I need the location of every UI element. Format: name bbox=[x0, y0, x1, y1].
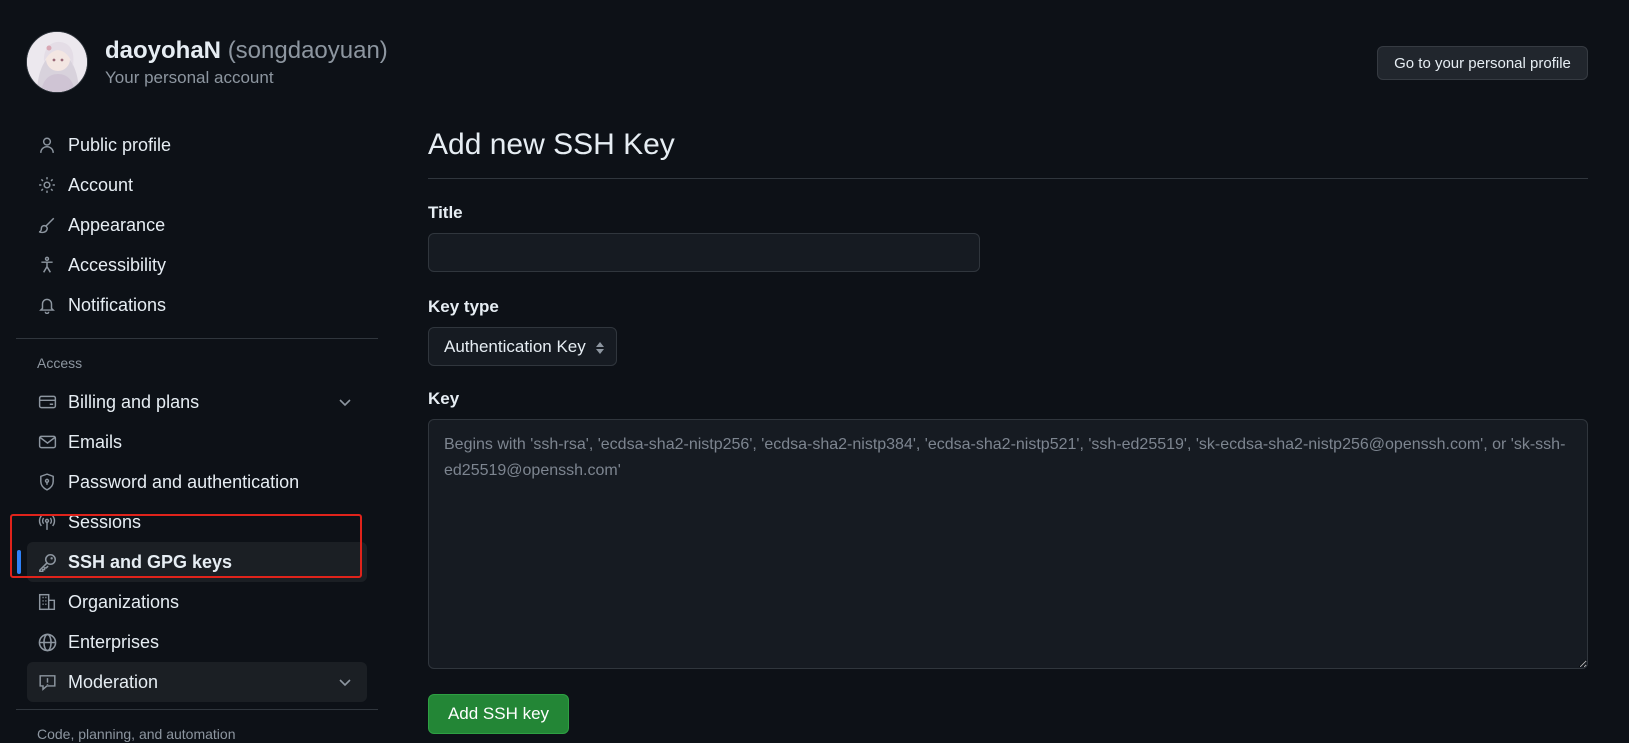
sidebar-item-appearance[interactable]: Appearance bbox=[27, 205, 367, 245]
report-icon bbox=[37, 672, 57, 692]
shield-lock-icon bbox=[37, 472, 57, 492]
sidebar-item-moderation[interactable]: Moderation bbox=[27, 662, 367, 702]
sidebar-item-label: Moderation bbox=[68, 671, 159, 692]
settings-page: daoyohaN (songdaoyuan) Your personal acc… bbox=[0, 0, 1629, 743]
title-label: Title bbox=[428, 203, 463, 222]
main-content: Add new SSH Key Title Key type Authentic… bbox=[428, 125, 1588, 734]
sidebar-item-label: Appearance bbox=[68, 214, 166, 235]
add-ssh-key-button[interactable]: Add SSH key bbox=[428, 694, 569, 734]
sidebar-item-organizations[interactable]: Organizations bbox=[27, 582, 367, 622]
username: (songdaoyuan) bbox=[227, 36, 388, 64]
sidebar-item-label: Accessibility bbox=[68, 254, 167, 275]
credit-card-icon bbox=[37, 392, 57, 412]
avatar[interactable] bbox=[26, 31, 88, 93]
settings-sidebar: Public profile Account Appearance Access… bbox=[16, 125, 378, 743]
sidebar-item-label: Password and authentication bbox=[68, 471, 300, 492]
gear-icon bbox=[37, 175, 57, 195]
sidebar-item-billing[interactable]: Billing and plans bbox=[27, 382, 367, 422]
sidebar-item-enterprises[interactable]: Enterprises bbox=[27, 622, 367, 662]
sidebar-item-label: SSH and GPG keys bbox=[68, 551, 233, 572]
sidebar-item-label: Sessions bbox=[68, 511, 142, 532]
account-name: daoyohaN (songdaoyuan) bbox=[105, 36, 388, 66]
sidebar-item-account[interactable]: Account bbox=[27, 165, 367, 205]
key-type-select[interactable]: Authentication Key bbox=[428, 327, 617, 366]
globe-icon bbox=[37, 632, 57, 652]
sidebar-item-public-profile[interactable]: Public profile bbox=[27, 125, 367, 165]
select-caret-icon bbox=[594, 340, 606, 354]
accessibility-icon bbox=[37, 255, 57, 275]
sidebar-item-label: Emails bbox=[68, 431, 123, 452]
avatar-image bbox=[27, 32, 87, 92]
broadcast-icon bbox=[37, 512, 57, 532]
section-label-code-planning: Code, planning, and automation bbox=[37, 726, 236, 742]
sidebar-item-label: Enterprises bbox=[68, 631, 160, 652]
sidebar-item-label: Billing and plans bbox=[68, 391, 200, 412]
paintbrush-icon bbox=[37, 215, 57, 235]
sidebar-item-password[interactable]: Password and authentication bbox=[27, 462, 367, 502]
bell-icon bbox=[37, 295, 57, 315]
sidebar-item-ssh-gpg-keys[interactable]: SSH and GPG keys bbox=[17, 542, 367, 582]
key-label: Key bbox=[428, 389, 460, 408]
account-header: daoyohaN (songdaoyuan) Your personal acc… bbox=[26, 31, 388, 93]
organization-icon bbox=[37, 592, 57, 612]
chevron-down-icon bbox=[337, 674, 353, 690]
sidebar-item-label: Organizations bbox=[68, 591, 180, 612]
sidebar-divider bbox=[16, 338, 378, 339]
key-type-selected: Authentication Key bbox=[444, 336, 586, 356]
section-label-access: Access bbox=[37, 355, 83, 371]
sidebar-item-accessibility[interactable]: Accessibility bbox=[27, 245, 367, 285]
sidebar-item-label: Public profile bbox=[68, 134, 172, 155]
sidebar-item-label: Notifications bbox=[68, 294, 167, 315]
key-textarea[interactable] bbox=[428, 419, 1588, 669]
sidebar-divider bbox=[16, 709, 378, 710]
go-to-profile-button[interactable]: Go to your personal profile bbox=[1377, 46, 1588, 80]
sidebar-item-label: Account bbox=[68, 174, 134, 195]
page-title: Add new SSH Key bbox=[428, 125, 1588, 179]
active-indicator bbox=[17, 550, 21, 574]
chevron-down-icon bbox=[337, 394, 353, 410]
sidebar-item-emails[interactable]: Emails bbox=[27, 422, 367, 462]
person-icon bbox=[37, 135, 57, 155]
key-type-label: Key type bbox=[428, 297, 499, 316]
title-input[interactable] bbox=[428, 233, 980, 272]
sidebar-item-sessions[interactable]: Sessions bbox=[27, 502, 367, 542]
sidebar-item-notifications[interactable]: Notifications bbox=[27, 285, 367, 325]
display-name: daoyohaN bbox=[105, 36, 222, 64]
account-subtitle: Your personal account bbox=[105, 67, 274, 87]
mail-icon bbox=[37, 432, 57, 452]
key-icon bbox=[37, 552, 57, 572]
